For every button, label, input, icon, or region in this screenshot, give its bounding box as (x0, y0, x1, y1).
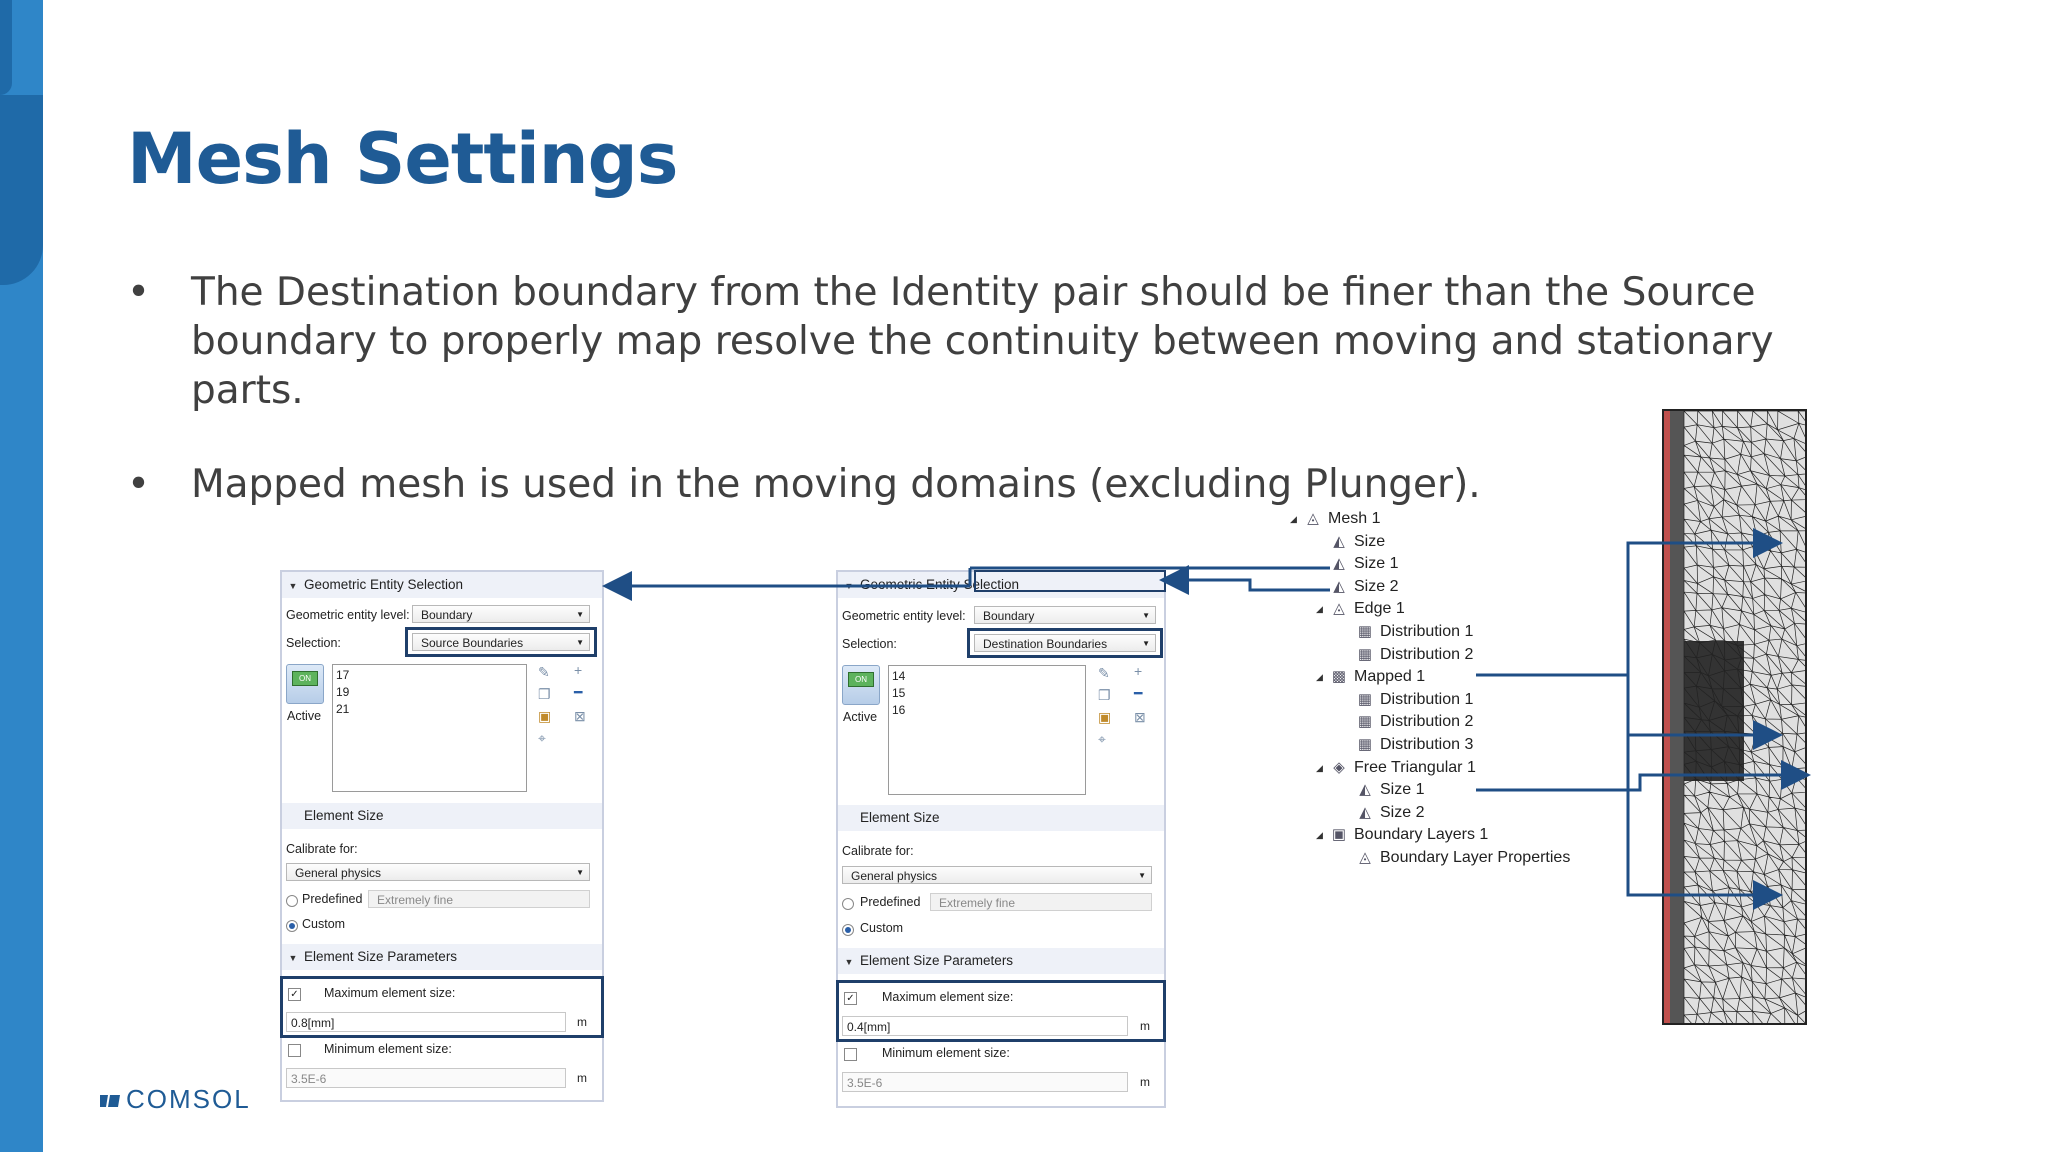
connector-arrows (602, 528, 1811, 910)
arrow-free-triangular (1476, 760, 1811, 792)
arrow-mapped-bottom (1626, 735, 1783, 910)
arrow-size2-to-destination (1159, 565, 1330, 595)
arrow-mapped-top (1476, 528, 1783, 677)
arrow-mapped-mid (1626, 675, 1783, 750)
